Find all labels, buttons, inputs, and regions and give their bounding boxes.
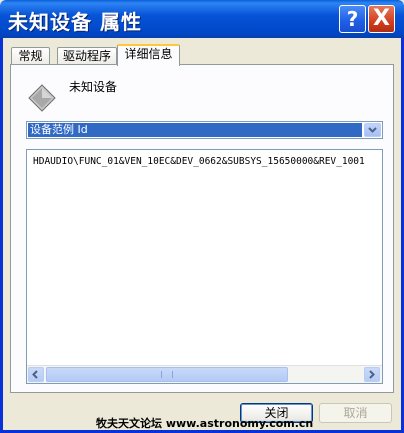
chevron-down-icon (368, 127, 377, 133)
property-dropdown[interactable]: 设备范例 Id (26, 121, 383, 139)
unknown-device-icon (28, 84, 56, 112)
help-button[interactable]: ? (339, 5, 366, 33)
device-name: 未知设备 (69, 80, 118, 94)
scroll-right-button[interactable] (364, 367, 380, 382)
scroll-grip-icon (161, 371, 173, 378)
title-bar[interactable]: 未知设备 属性 ? X (0, 0, 404, 38)
chevron-left-icon (32, 370, 38, 379)
tab-details[interactable]: 详细信息 (117, 44, 180, 66)
tab-driver[interactable]: 驱动程序 (57, 47, 117, 65)
close-window-button[interactable]: X (368, 5, 395, 33)
scroll-left-button[interactable] (28, 367, 44, 382)
cancel-button[interactable]: 取消 (319, 403, 392, 423)
property-selected-value: 设备范例 Id (28, 123, 362, 137)
chevron-right-icon (369, 370, 375, 379)
list-item[interactable]: HDAUDIO\FUNC_01&VEN_10EC&DEV_0662&SUBSYS… (33, 156, 365, 167)
dropdown-arrow-button[interactable] (364, 123, 381, 137)
tab-general[interactable]: 常规 (11, 47, 50, 65)
horizontal-scrollbar[interactable] (27, 365, 382, 383)
scroll-thumb[interactable] (46, 367, 288, 382)
property-value-list[interactable]: HDAUDIO\FUNC_01&VEN_10EC&DEV_0662&SUBSYS… (26, 149, 383, 384)
watermark-text: 牧夫天文论坛 www.astronomy.com.cn (96, 417, 314, 430)
window-title: 未知设备 属性 (8, 10, 142, 34)
